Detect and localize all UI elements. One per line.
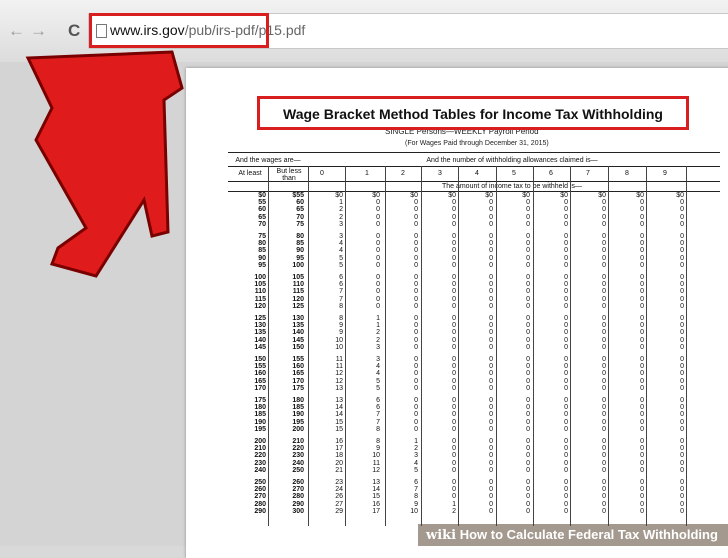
footer-caption: wiki How to Calculate Federal Tax Withho…	[426, 527, 718, 543]
caption-text: How to Calculate Federal Tax Withholding	[459, 527, 718, 542]
red-arrow-icon	[25, 50, 184, 278]
wiki-logo: wiki	[426, 528, 457, 543]
